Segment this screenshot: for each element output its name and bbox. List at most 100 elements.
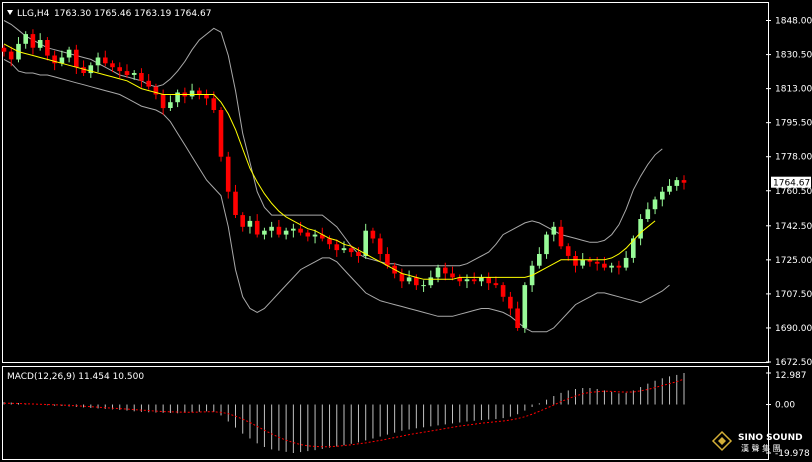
- bear-candle: [594, 261, 600, 264]
- price-tick-label: 1742.50: [775, 222, 812, 232]
- trading-chart[interactable]: 1848.001830.501813.001795.501778.001760.…: [0, 0, 812, 462]
- bear-candle: [443, 267, 448, 274]
- bear-candle: [124, 71, 130, 75]
- bear-candle: [233, 191, 238, 215]
- bear-candle: [450, 273, 455, 278]
- bear-candle: [334, 244, 340, 251]
- bear-candle: [305, 232, 311, 237]
- bear-candle: [146, 80, 151, 87]
- bull-candle: [652, 199, 658, 210]
- bear-candle: [558, 226, 564, 247]
- watermark-brand: SINO SOUND: [738, 433, 803, 443]
- bear-candle: [117, 67, 122, 72]
- bear-candle: [493, 283, 499, 286]
- bear-candle: [30, 34, 36, 48]
- bear-candle: [602, 263, 607, 268]
- bear-candle: [211, 98, 217, 110]
- bull-candle: [551, 226, 557, 235]
- bear-candle: [8, 51, 14, 60]
- bull-candle: [363, 230, 368, 256]
- bull-candle: [638, 219, 643, 239]
- bear-candle: [103, 57, 108, 64]
- bull-candle: [623, 257, 629, 268]
- bull-candle: [421, 285, 426, 287]
- bull-candle: [522, 285, 528, 328]
- bull-candle: [247, 220, 253, 227]
- price-tick-label: 1725.00: [775, 256, 812, 266]
- price-tick-label: 1707.50: [775, 290, 812, 300]
- bear-candle: [385, 254, 390, 266]
- price-tick-label: 1848.00: [775, 17, 812, 27]
- bull-candle: [23, 34, 28, 44]
- bear-candle: [1, 47, 7, 52]
- bull-candle: [341, 248, 347, 251]
- bull-candle: [262, 230, 267, 235]
- bear-candle: [160, 94, 166, 109]
- bull-candle: [580, 259, 585, 266]
- bear-candle: [204, 94, 209, 99]
- bull-candle: [428, 277, 434, 286]
- bull-candle: [667, 185, 672, 192]
- macd-tick-label: 12.987: [775, 371, 807, 381]
- bear-candle: [500, 285, 506, 297]
- bull-candle: [269, 226, 274, 231]
- bull-candle: [95, 57, 101, 66]
- bull-candle: [189, 90, 195, 97]
- bear-candle: [370, 230, 376, 239]
- bull-candle: [37, 40, 43, 48]
- bear-candle: [573, 256, 578, 266]
- bull-candle: [312, 234, 318, 237]
- bear-candle: [565, 246, 571, 256]
- bear-candle: [471, 279, 477, 282]
- bear-candle: [254, 220, 260, 235]
- last-price-label: 1764.67: [773, 179, 810, 189]
- last-price-tag: 1764.67: [771, 176, 811, 189]
- bear-candle: [298, 228, 303, 233]
- bull-candle: [609, 265, 614, 268]
- bull-candle: [406, 277, 412, 282]
- bear-candle: [377, 238, 383, 254]
- bull-candle: [283, 230, 289, 235]
- bull-candle: [537, 254, 542, 266]
- bear-candle: [74, 49, 79, 68]
- bull-candle: [544, 234, 549, 255]
- bear-candle: [197, 90, 202, 95]
- bull-candle: [66, 49, 72, 58]
- bear-candle: [240, 215, 245, 227]
- bull-candle: [291, 228, 296, 231]
- bear-candle: [508, 296, 513, 309]
- bear-candle: [110, 63, 115, 68]
- price-tick-label: 1778.00: [775, 153, 812, 163]
- bear-candle: [276, 226, 282, 235]
- bear-candle: [356, 252, 361, 256]
- bull-candle: [464, 279, 470, 282]
- price-tick-label: 1830.50: [775, 51, 812, 61]
- bear-candle: [515, 308, 520, 328]
- bull-candle: [645, 209, 651, 219]
- bear-candle: [681, 180, 687, 183]
- bear-candle: [486, 277, 491, 284]
- ohlc-values: 1763.30 1765.46 1763.19 1764.67: [54, 9, 211, 19]
- bull-candle: [168, 102, 173, 108]
- price-tick-label: 1795.50: [775, 119, 812, 129]
- bear-candle: [414, 277, 419, 286]
- bull-candle: [175, 92, 180, 103]
- bear-candle: [139, 73, 144, 81]
- bull-candle: [674, 180, 680, 186]
- bull-candle: [131, 73, 137, 75]
- bear-candle: [348, 248, 354, 253]
- price-tick-label: 1672.50: [775, 358, 812, 368]
- bull-candle: [660, 191, 665, 200]
- symbol-timeframe: LLG,H4: [17, 9, 50, 19]
- bull-candle: [631, 238, 636, 258]
- bear-candle: [616, 265, 622, 268]
- price-tick-label: 1690.00: [775, 324, 812, 334]
- price-tick-label: 1813.00: [775, 85, 812, 95]
- bull-candle: [435, 267, 441, 278]
- bear-candle: [399, 273, 405, 282]
- watermark-sub: 漢 聲 集 團: [741, 443, 781, 453]
- bull-candle: [479, 277, 484, 282]
- macd-tick-label: 0.00: [775, 401, 795, 411]
- macd-header-label: MACD(12,26,9) 11.454 10.500: [7, 372, 144, 382]
- bear-candle: [45, 40, 50, 56]
